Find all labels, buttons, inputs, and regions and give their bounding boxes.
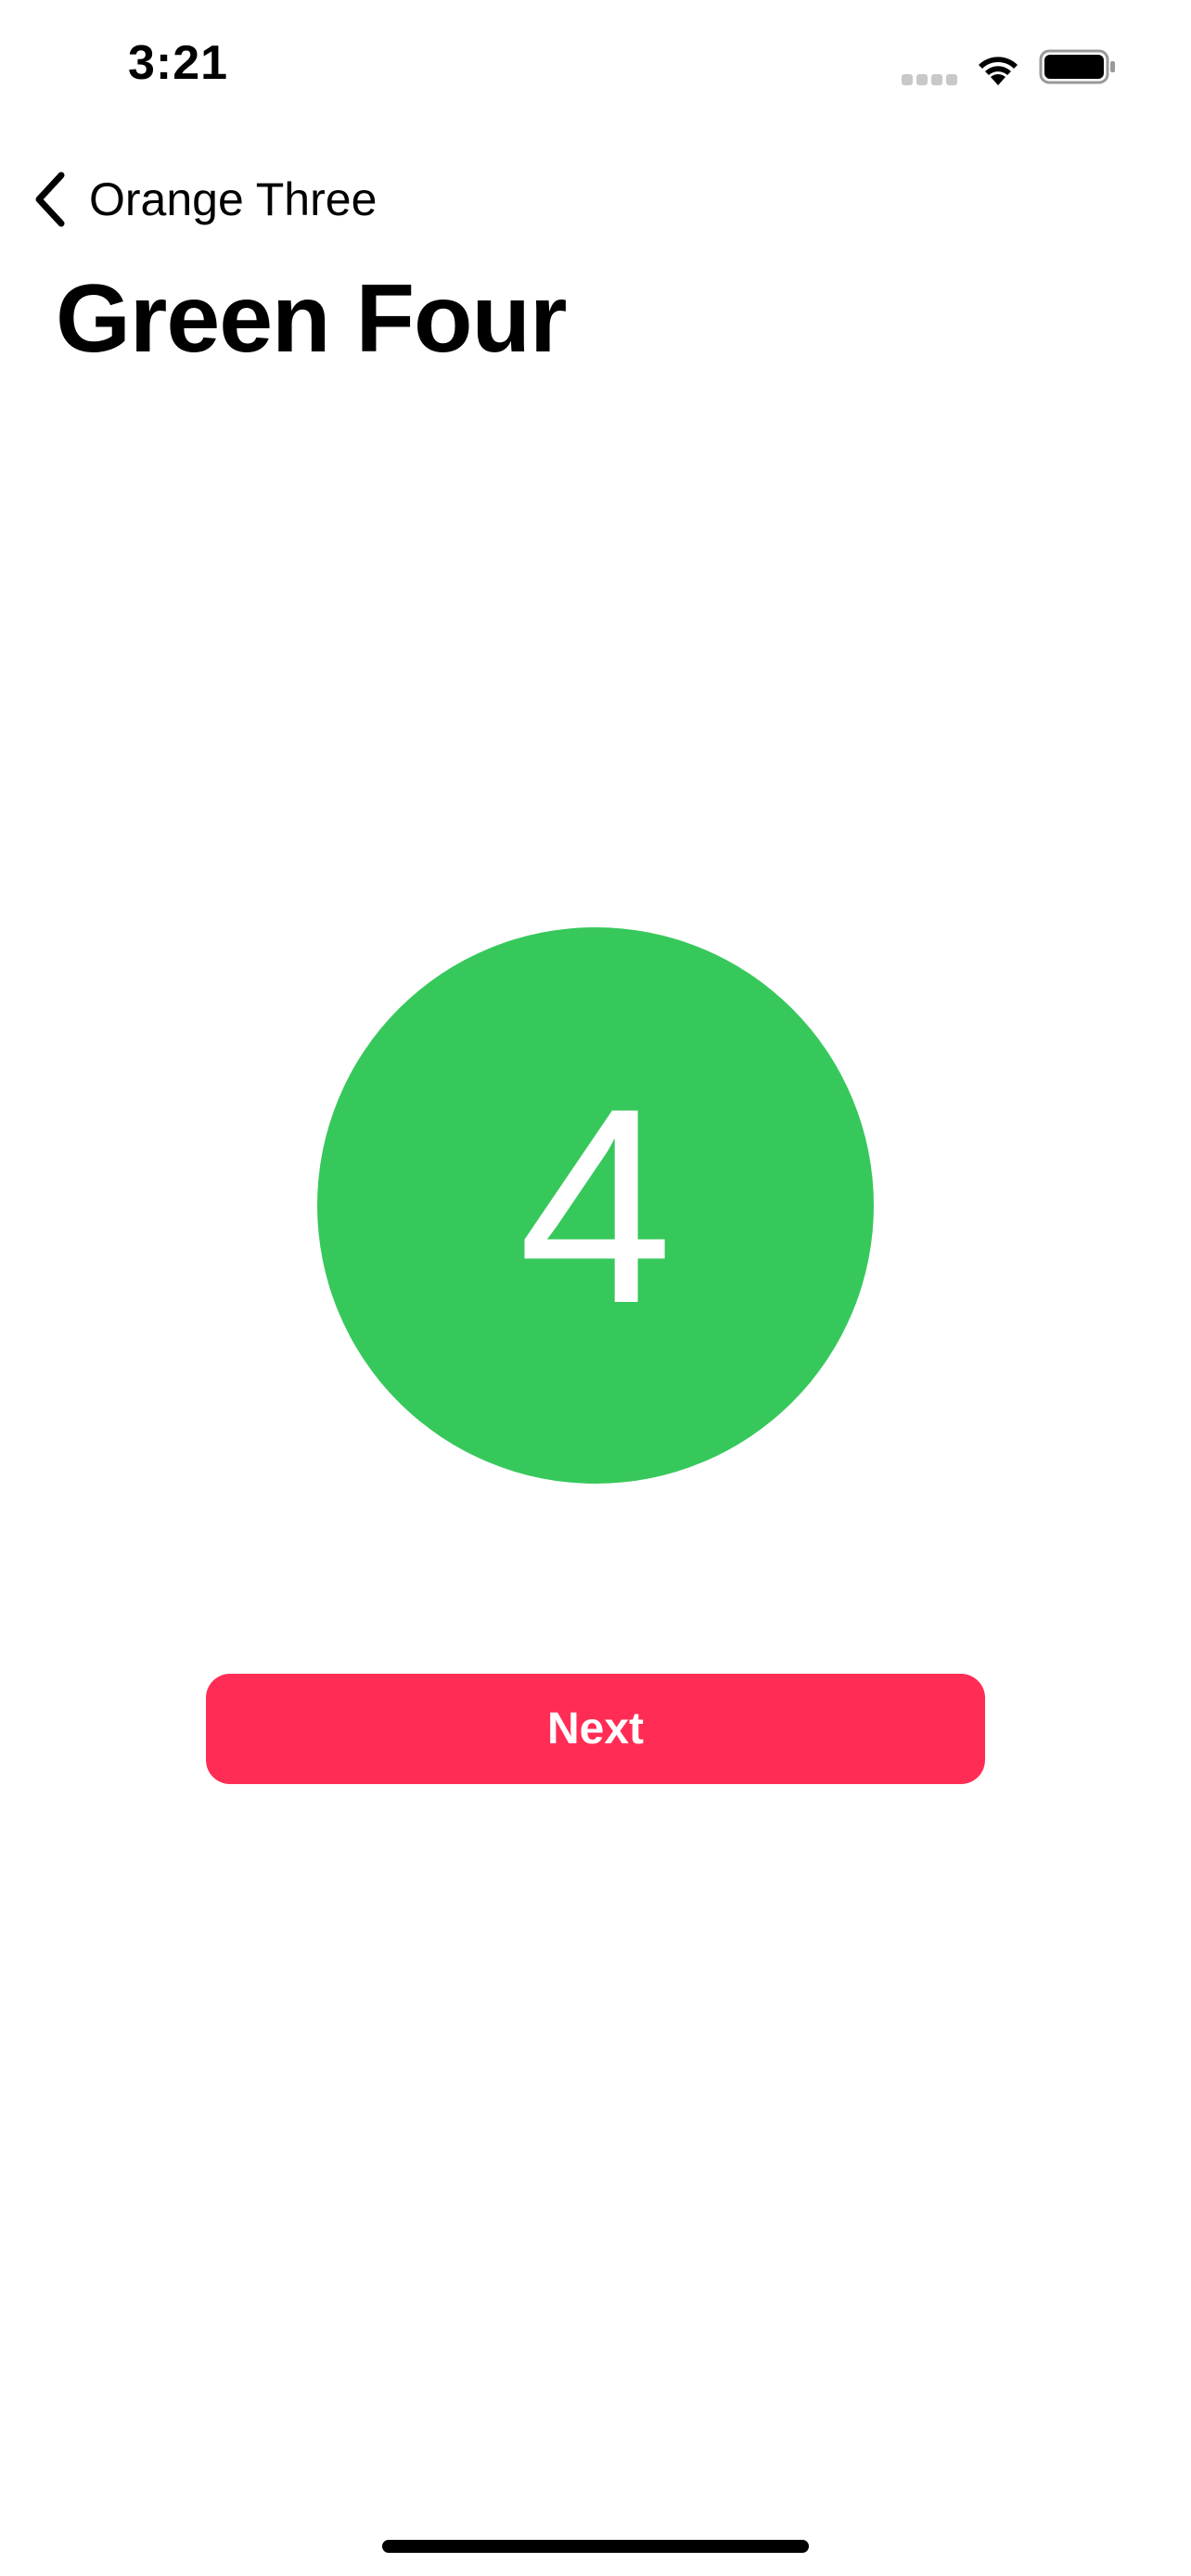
back-button[interactable]: Orange Three [30, 158, 377, 241]
chevron-left-icon [35, 172, 65, 227]
status-bar: 3:21 [0, 0, 1191, 139]
next-button[interactable]: Next [206, 1674, 985, 1784]
number-badge-value: 4 [518, 1050, 673, 1361]
number-badge: 4 [317, 927, 874, 1484]
status-time: 3:21 [128, 36, 229, 90]
back-button-label: Orange Three [89, 173, 378, 225]
page-title: Green Four [56, 265, 568, 373]
home-indicator[interactable] [382, 2540, 809, 2553]
wifi-icon [979, 57, 1018, 85]
battery-icon [1039, 49, 1115, 84]
cellular-signal-icon [902, 74, 959, 85]
navigation-bar: Orange Three [0, 148, 1191, 241]
